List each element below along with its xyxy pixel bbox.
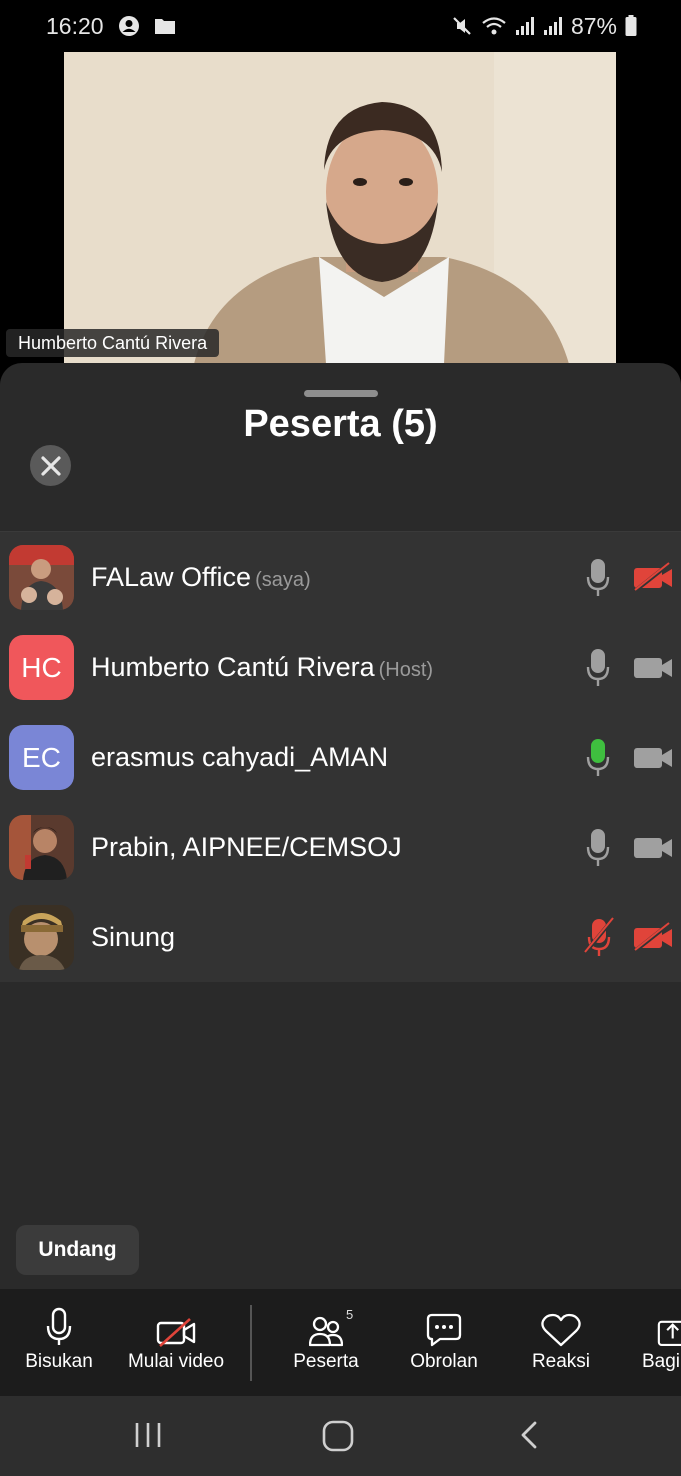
- status-bar: 16:20 87%: [0, 0, 681, 52]
- avatar: HC: [9, 635, 74, 700]
- microphone-icon[interactable]: [586, 557, 610, 597]
- mute-button-label: Bisukan: [25, 1351, 93, 1372]
- folder-icon: [154, 17, 176, 35]
- heart-icon: [541, 1313, 581, 1347]
- video-off-icon[interactable]: [632, 922, 674, 952]
- microphone-muted-icon[interactable]: [582, 917, 616, 957]
- video-camera-icon[interactable]: [632, 652, 674, 682]
- reactions-button[interactable]: Reaksi: [516, 1289, 606, 1396]
- avatar: [9, 815, 74, 880]
- meeting-toolbar: Bisukan Mulai video 5 Peserta Obrolan Re…: [0, 1289, 681, 1396]
- participants-icon: [309, 1316, 343, 1347]
- chat-icon: [426, 1313, 462, 1347]
- participant-row[interactable]: EC erasmus cahyadi_AMAN: [0, 712, 681, 802]
- participant-row[interactable]: FALaw Office (saya): [0, 532, 681, 622]
- microphone-active-icon[interactable]: [586, 737, 610, 777]
- speaker-video[interactable]: [64, 52, 616, 364]
- microphone-icon[interactable]: [586, 647, 610, 687]
- share-icon: [657, 1320, 681, 1346]
- sheet-title: Peserta (5): [243, 403, 438, 445]
- recent-apps-icon: [135, 1423, 161, 1447]
- video-off-icon[interactable]: [632, 562, 674, 592]
- back-button[interactable]: [518, 1420, 540, 1455]
- system-navigation-bar: [0, 1396, 681, 1476]
- participant-row[interactable]: Prabin, AIPNEE/CEMSOJ: [0, 802, 681, 892]
- video-off-icon: [156, 1318, 196, 1347]
- participants-sheet: Peserta (5) FALaw Office (saya) HC Humber…: [0, 363, 681, 1398]
- avatar: [9, 545, 74, 610]
- avatar: [9, 905, 74, 970]
- wifi-icon: [481, 15, 507, 37]
- battery-icon: [625, 15, 637, 37]
- microphone-icon: [46, 1307, 72, 1345]
- chat-button-label: Obrolan: [410, 1351, 478, 1372]
- participant-row[interactable]: HC Humberto Cantú Rivera (Host): [0, 622, 681, 712]
- mute-icon: [451, 15, 473, 37]
- participants-count-badge: 5: [346, 1307, 354, 1322]
- recent-apps-button[interactable]: [133, 1420, 163, 1455]
- reactions-button-label: Reaksi: [531, 1351, 591, 1372]
- share-button-label: Bagi: [642, 1351, 681, 1372]
- video-camera-icon[interactable]: [632, 832, 674, 862]
- back-icon: [521, 1421, 537, 1449]
- participants-button-label: Peserta: [293, 1351, 359, 1372]
- speaker-video-frame: [64, 52, 616, 364]
- signal-icon: [515, 16, 535, 36]
- battery-percent: 87%: [570, 12, 617, 39]
- participant-name: FALaw Office (saya): [91, 562, 311, 592]
- signal-icon: [543, 16, 563, 36]
- toolbar-divider: [250, 1305, 252, 1381]
- start-video-button[interactable]: Mulai video: [118, 1289, 234, 1396]
- participant-row[interactable]: Sinung: [0, 892, 681, 982]
- participant-name: Sinung: [91, 922, 176, 952]
- home-button[interactable]: [322, 1420, 354, 1457]
- account-circle-icon: [118, 15, 140, 37]
- close-icon: [40, 455, 61, 476]
- participant-name: Humberto Cantú Rivera (Host): [91, 652, 434, 682]
- start-video-button-label: Mulai video: [127, 1351, 225, 1372]
- chat-button[interactable]: Obrolan: [396, 1289, 492, 1396]
- participants-button[interactable]: 5 Peserta: [276, 1289, 376, 1396]
- share-button[interactable]: Bagi: [636, 1289, 681, 1396]
- avatar: EC: [9, 725, 74, 790]
- home-icon: [322, 1420, 354, 1452]
- speaker-name-tag: Humberto Cantú Rivera: [6, 329, 220, 357]
- close-button[interactable]: [30, 445, 71, 486]
- sheet-drag-handle[interactable]: [304, 390, 378, 397]
- status-time: 16:20: [46, 12, 104, 39]
- microphone-icon[interactable]: [586, 827, 610, 867]
- participant-name: erasmus cahyadi_AMAN: [91, 742, 389, 772]
- mute-button[interactable]: Bisukan: [8, 1289, 110, 1396]
- participant-list: FALaw Office (saya) HC Humberto Cantú Riv…: [0, 531, 681, 982]
- invite-button[interactable]: Undang: [16, 1225, 139, 1275]
- participant-name: Prabin, AIPNEE/CEMSOJ: [91, 832, 402, 862]
- video-camera-icon[interactable]: [632, 742, 674, 772]
